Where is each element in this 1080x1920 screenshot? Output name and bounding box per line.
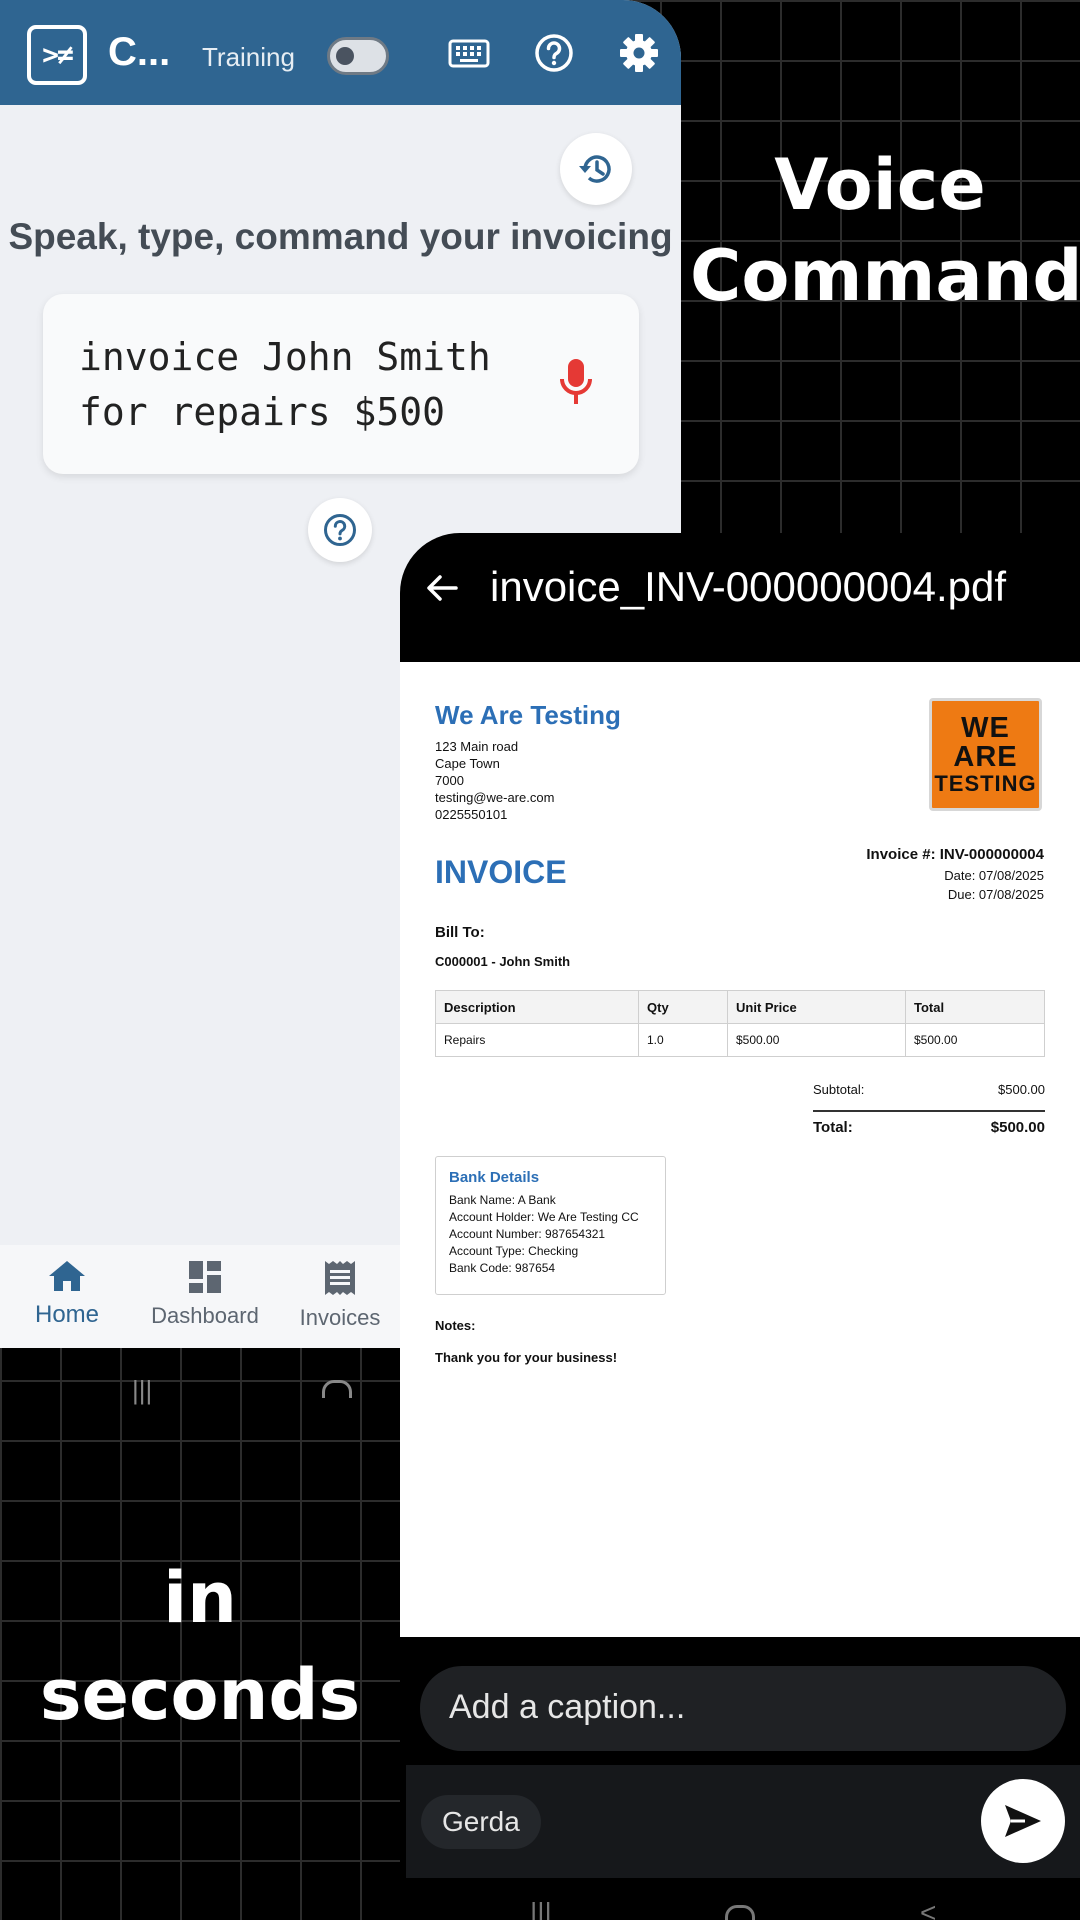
system-recents-icon[interactable]: ||| — [132, 1375, 152, 1406]
home-icon — [49, 1261, 85, 1291]
bank-detail-line: Account Number: 987654321 — [449, 1227, 606, 1241]
system-back-icon[interactable]: < — [920, 1897, 936, 1920]
caption-input[interactable]: Add a caption... — [420, 1666, 1066, 1751]
settings-icon[interactable] — [618, 32, 660, 74]
table-cell: Repairs — [435, 1023, 639, 1057]
table-row: Repairs 1.0 $500.00 $500.00 — [435, 1023, 1045, 1057]
promo-heading-bottom: in seconds — [20, 1550, 380, 1743]
total-value: $500.00 — [990, 1119, 1045, 1136]
table-cell: 1.0 — [638, 1023, 728, 1057]
notes-text: Thank you for your business! — [435, 1350, 618, 1365]
column-header: Unit Price — [727, 990, 906, 1024]
command-input-card[interactable]: invoice John Smith for repairs $500 — [43, 294, 639, 474]
address-line: testing@we-are.com — [435, 790, 555, 805]
table-cell: $500.00 — [727, 1023, 906, 1057]
app-title: C... — [108, 30, 171, 74]
nav-home[interactable]: Home — [2, 1259, 132, 1329]
logo-text: WE — [961, 712, 1010, 744]
column-header: Description — [435, 990, 639, 1024]
logo-text: TESTING — [934, 771, 1037, 796]
training-label: Training — [202, 42, 295, 72]
send-icon — [1005, 1805, 1041, 1837]
toggle-knob — [336, 47, 354, 65]
logo-text: ARE — [953, 741, 1018, 773]
back-arrow-icon[interactable] — [424, 570, 460, 606]
bill-to-customer: C000001 - John Smith — [435, 954, 571, 969]
subtotal-row: Subtotal: $500.00 — [813, 1082, 1045, 1106]
app-bar: >≠ C... Training — [0, 0, 681, 105]
promo-line: Command — [690, 235, 1080, 317]
company-name: We Are Testing — [435, 700, 621, 730]
send-button[interactable] — [981, 1779, 1065, 1863]
invoice-meta: Invoice #: INV-000000004 Date: 07/08/202… — [866, 844, 1044, 904]
company-address: 123 Main road Cape Town 7000 testing@we-… — [435, 738, 554, 823]
nav-invoices-label: Invoices — [299, 1305, 381, 1330]
invoice-heading: INVOICE — [435, 854, 567, 890]
app-logo: >≠ — [27, 25, 87, 85]
invoice-number: Invoice #: INV-000000004 — [866, 846, 1044, 863]
nav-invoices[interactable]: Invoices — [275, 1259, 405, 1331]
training-toggle[interactable] — [327, 37, 389, 75]
line-items-table: Description Qty Unit Price Total Repairs… — [435, 990, 1045, 1057]
help-button[interactable] — [308, 498, 372, 562]
bill-to-label: Bill To: — [435, 924, 485, 941]
address-line: 123 Main road — [435, 739, 519, 754]
address-line: 0225550101 — [435, 807, 508, 822]
share-footer: Gerda — [406, 1765, 1080, 1878]
totals-divider — [813, 1110, 1045, 1112]
invoice-due-date: Due: 07/08/2025 — [947, 887, 1044, 902]
table-header-row: Description Qty Unit Price Total — [435, 990, 1045, 1024]
company-logo: WE ARE TESTING — [929, 698, 1042, 811]
promo-line: in — [163, 1557, 237, 1639]
bank-details-box: Bank Details Bank Name: A Bank Account H… — [435, 1156, 666, 1295]
bank-detail-line: Account Holder: We Are Testing CC — [449, 1210, 639, 1224]
address-line: 7000 — [435, 773, 464, 788]
bank-detail-line: Account Type: Checking — [449, 1244, 579, 1258]
table-cell: $500.00 — [905, 1023, 1045, 1057]
total-row: Total: $500.00 — [813, 1119, 1045, 1143]
system-home-icon[interactable] — [725, 1905, 755, 1920]
bank-detail-line: Bank Name: A Bank — [449, 1193, 556, 1207]
pdf-viewer-screen: invoice_INV-000000004.pdf We Are Testing… — [400, 533, 1080, 1920]
invoice-document: We Are Testing 123 Main road Cape Town 7… — [400, 662, 1080, 1637]
help-icon — [324, 514, 356, 546]
system-recents-icon[interactable]: ||| — [530, 1897, 552, 1920]
column-header: Qty — [638, 990, 728, 1024]
nav-home-label: Home — [34, 1301, 100, 1328]
total-label: Total: — [813, 1119, 853, 1136]
column-header: Total — [905, 990, 1045, 1024]
nav-dashboard-label: Dashboard — [151, 1303, 259, 1328]
help-icon[interactable] — [533, 32, 575, 74]
promo-line: seconds — [39, 1653, 361, 1736]
recipient-chip[interactable]: Gerda — [421, 1795, 541, 1849]
receipt-icon — [325, 1261, 355, 1295]
mic-icon[interactable] — [558, 357, 594, 409]
subtotal-value: $500.00 — [998, 1082, 1045, 1097]
history-icon — [579, 155, 611, 183]
nav-dashboard[interactable]: Dashboard — [140, 1259, 270, 1329]
notes-label: Notes: — [435, 1318, 476, 1333]
bank-details-title: Bank Details — [449, 1169, 540, 1186]
promo-line: Voice — [774, 144, 986, 226]
document-title: invoice_INV-000000004.pdf — [490, 563, 1007, 610]
invoice-date: Date: 07/08/2025 — [944, 868, 1044, 883]
system-home-icon[interactable] — [322, 1380, 352, 1398]
command-input[interactable]: invoice John Smith for repairs $500 — [79, 330, 529, 440]
bank-detail-line: Bank Code: 987654 — [449, 1261, 556, 1275]
promo-heading-top: Voice Command — [690, 140, 1080, 322]
dashboard-icon — [189, 1261, 221, 1293]
subtotal-label: Subtotal: — [813, 1082, 865, 1097]
totals-block: Subtotal: $500.00 Total: $500.00 — [813, 1082, 1045, 1143]
history-button[interactable] — [560, 133, 632, 205]
keyboard-icon[interactable] — [448, 32, 490, 74]
address-line: Cape Town — [435, 756, 500, 771]
headline: Speak, type, command your invoicing — [8, 216, 673, 257]
